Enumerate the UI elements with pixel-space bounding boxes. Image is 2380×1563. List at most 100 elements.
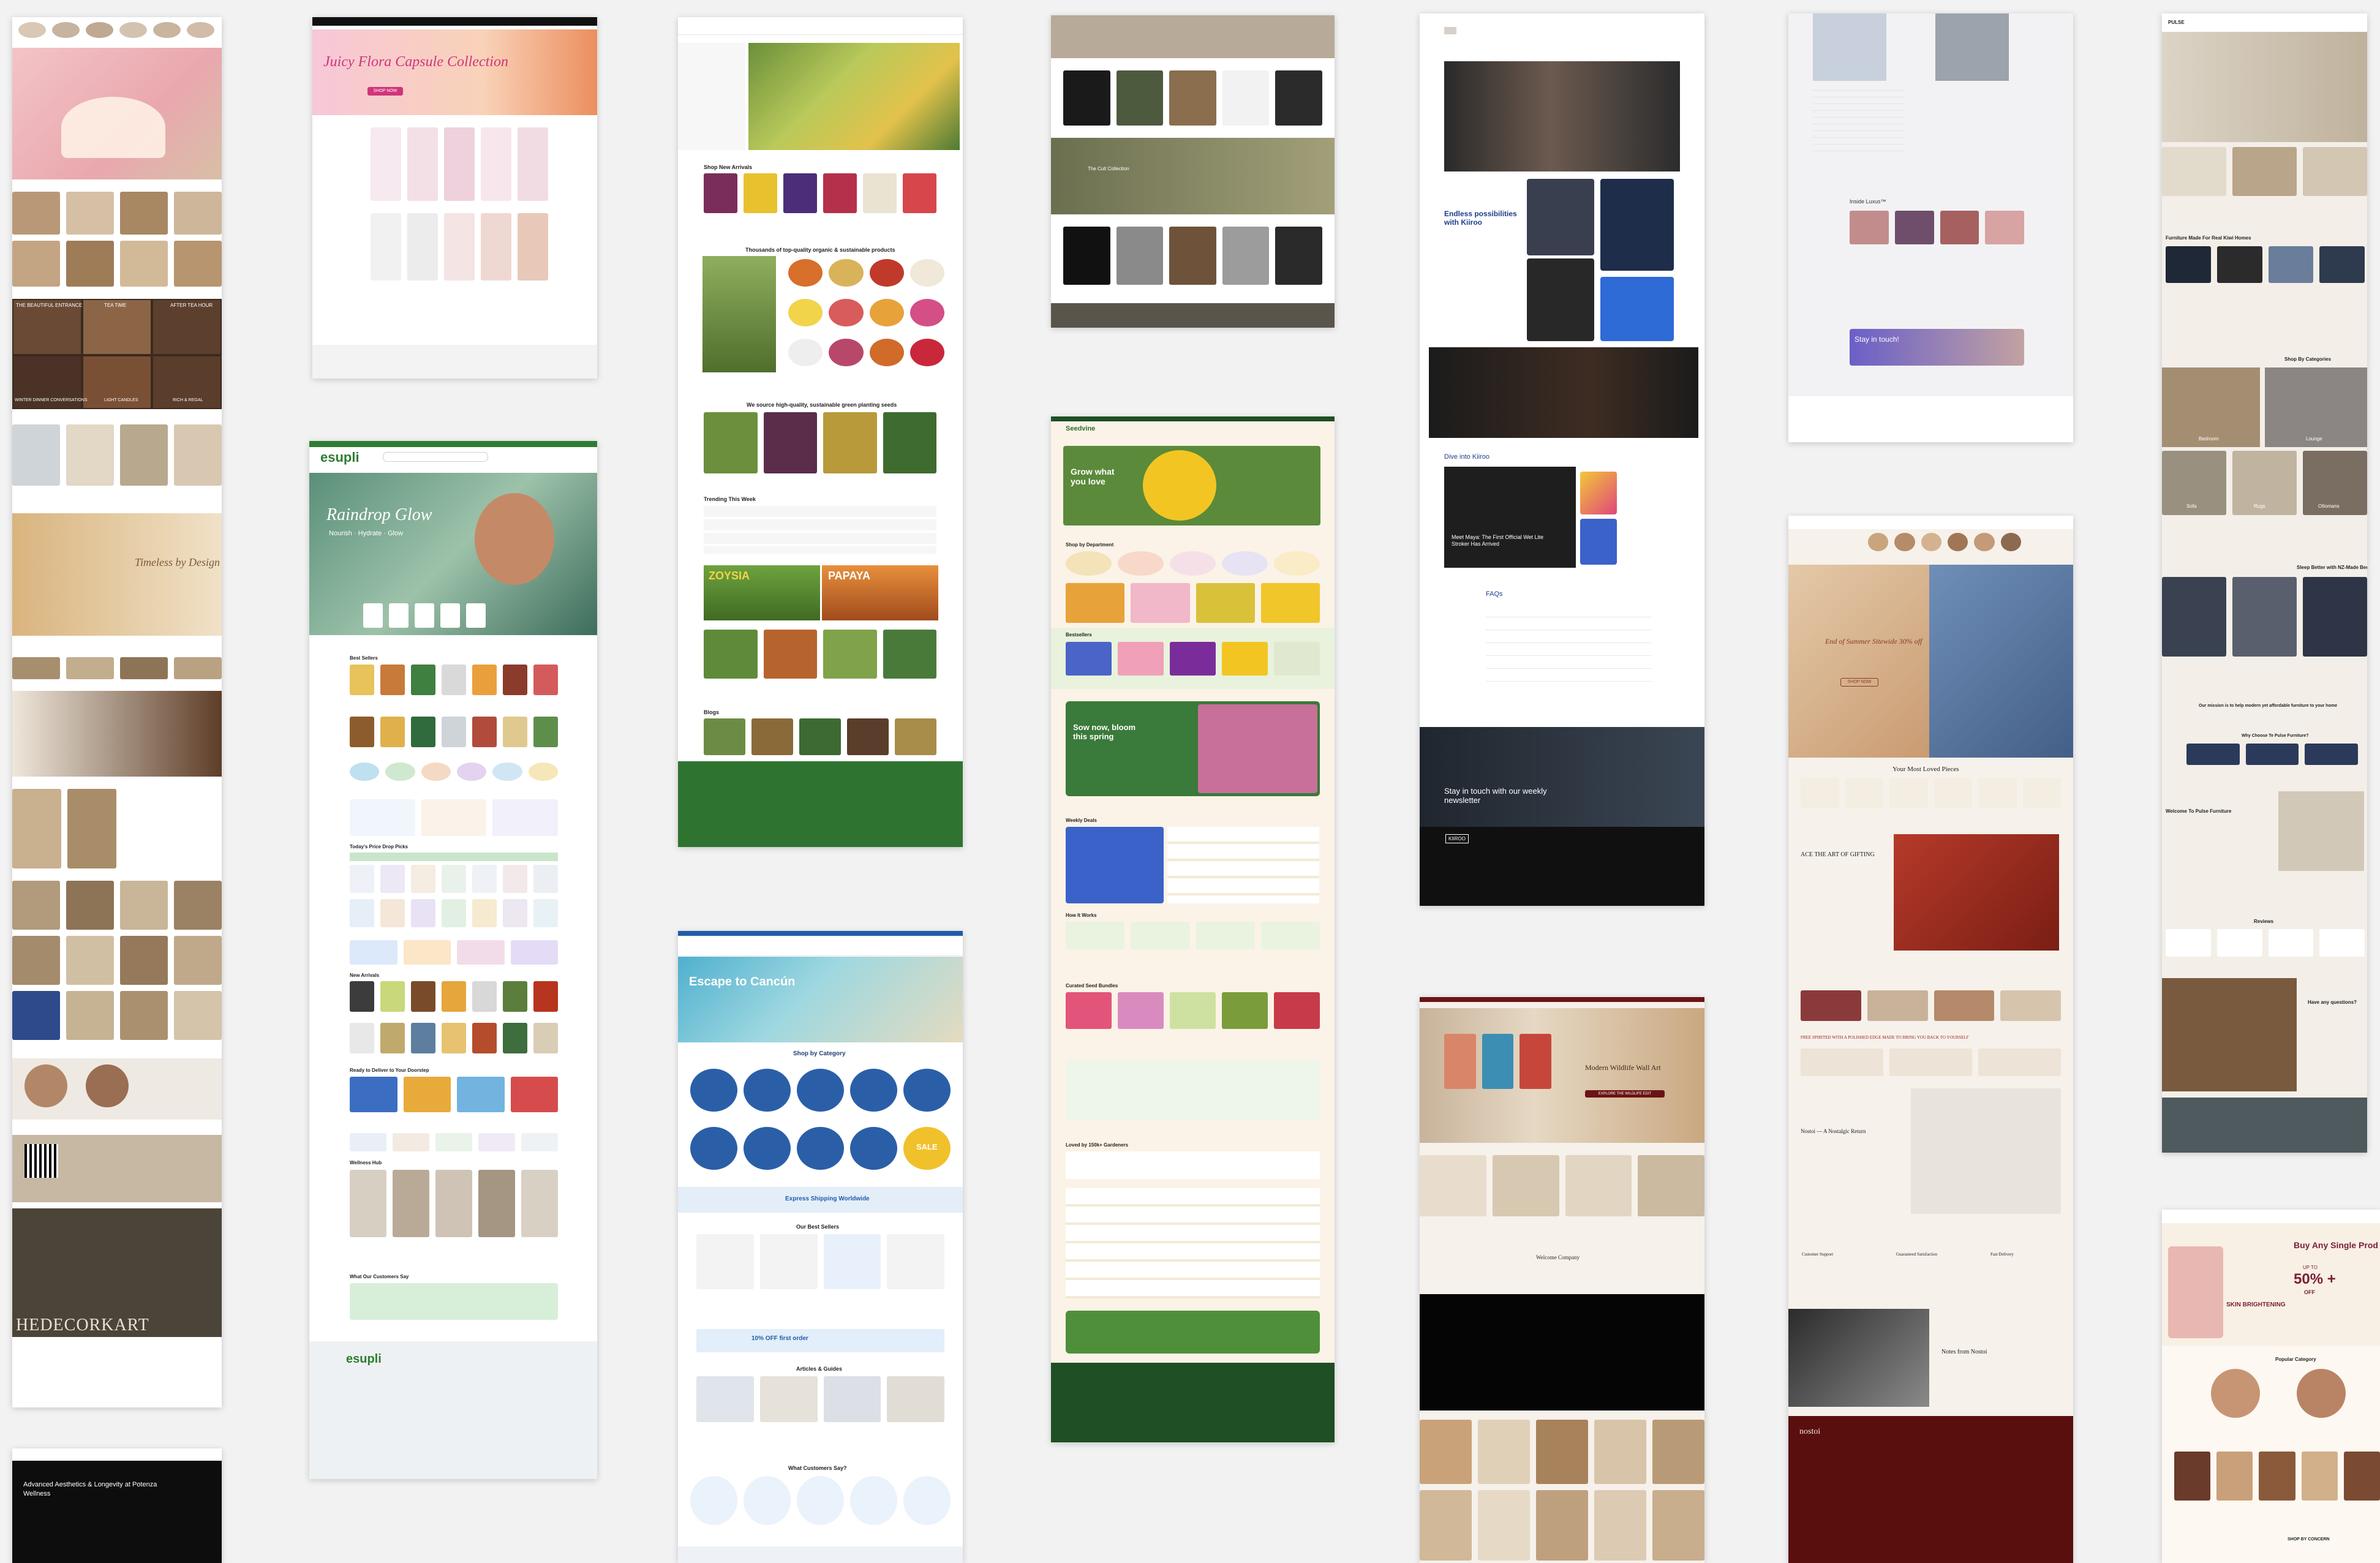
category-label: Sofa — [2186, 503, 2197, 509]
section-title: Best Sellers — [350, 655, 378, 661]
banner-label: AFTER TEA HOUR — [170, 303, 213, 308]
shop-now-button[interactable]: SHOP NOW — [367, 87, 403, 96]
section-title: FAQs — [1486, 590, 1503, 598]
section-title: FREE SPIRITED WITH A POLISHED EDGE MADE … — [1801, 1035, 1969, 1040]
section-title: Bestsellers — [1066, 632, 1092, 638]
newsletter-title: Notes from Nostoi — [1941, 1349, 1987, 1355]
mission-text: Our mission is to help modern yet afford… — [2199, 704, 2337, 708]
category-label: Ottomans — [2318, 503, 2340, 509]
section-title: Our Best Sellers — [796, 1224, 840, 1230]
screenshot-seeds: Shop New Arrivals Thousands of top-quali… — [678, 17, 963, 847]
category-label: Rugs — [2254, 503, 2265, 509]
promo-label: UP TO — [2303, 1265, 2318, 1270]
hero-image — [1788, 565, 1929, 758]
screenshot-flora: Juicy Flora Capsule Collection SHOP NOW — [312, 17, 597, 379]
hero-title: Modern Wildlife Wall Art — [1585, 1063, 1661, 1072]
section-title: Shop New Arrivals — [704, 164, 753, 170]
section-title: Shop By Categories — [2284, 356, 2332, 362]
hero-subtitle: Nourish · Hydrate · Glow — [329, 530, 404, 537]
section-title: Furniture Made For Real Kiwi Homes — [2166, 235, 2251, 241]
hero-image — [312, 29, 597, 115]
promo-discount: 50% + — [2294, 1271, 2336, 1287]
screenshot-pulse: PULSE Furniture Made For Real Kiwi Homes… — [2162, 13, 2367, 1153]
section-title: What Customers Say? — [788, 1465, 847, 1471]
section-title: Welcome To Pulse Furniture — [2166, 808, 2232, 814]
collection-title: The Cult Collection — [1088, 166, 1129, 171]
section-title: Articles & Guides — [796, 1366, 843, 1372]
banner-label: WINTER DINNER CONVERSATIONS — [15, 398, 88, 402]
section-title: Shop by Department — [1066, 542, 1114, 548]
screenshot-apparel: The Cult Collection — [1051, 15, 1335, 328]
wellness-title: Advanced Aesthetics & Longevity at Poten… — [23, 1481, 157, 1497]
offer-banner: 10% OFF first order — [751, 1335, 808, 1342]
hero-title: Juicy Flora Capsule Collection — [323, 54, 508, 70]
section-title: How It Works — [1066, 913, 1097, 918]
footer-brand: HEDECORKART — [16, 1316, 149, 1335]
screenshot-seedvine: Seedvine Grow what you love Shop by Depa… — [1051, 416, 1335, 1442]
screenshot-decorkart: THE BEAUTIFUL ENTRANCE TEA TIME AFTER TE… — [12, 17, 222, 1407]
search-input[interactable] — [383, 452, 488, 462]
feature-label: Customer Support — [1802, 1252, 1834, 1257]
section-title: Wellness Hub — [350, 1160, 382, 1166]
banner-label: LIGHT CANDLES — [104, 398, 138, 402]
hero-title: Grow what you love — [1071, 467, 1115, 486]
screenshot-wall-art: Modern Wildlife Wall Art EXPLORE THE WIL… — [1420, 997, 1704, 1563]
section-title: Nostoi — A Nostalgic Return — [1801, 1128, 1866, 1134]
section-title: New Arrivals — [350, 973, 380, 978]
section-title: Trending This Week — [704, 496, 756, 502]
hero-image — [2162, 32, 2367, 142]
screenshot-esupli: esupli Raindrop Glow Nourish · Hydrate ·… — [309, 441, 597, 1479]
screenshot-skincare: Buy Any Single Prod UP TO 50% + OFF SKIN… — [2162, 1210, 2380, 1563]
section-title: Endless possibilities with Kiiroo — [1444, 209, 1517, 227]
promo-label: OFF — [2304, 1289, 2315, 1295]
shop-now-button[interactable]: SHOP NOW — [1840, 678, 1878, 687]
banner-label: RICH & REGAL — [173, 398, 203, 402]
section-title: SHOP BY CONCERN — [2288, 1537, 2330, 1542]
section-title: Blogs — [704, 709, 720, 715]
section-title: What Our Customers Say — [350, 1274, 409, 1279]
section-title: Your Most Loved Pieces — [1892, 766, 1959, 773]
section-title: Today's Price Drop Picks — [350, 844, 409, 849]
promo-title: End of Summer Sitewide 30% off — [1825, 637, 1922, 646]
hero-title: Escape to Cancún — [689, 975, 796, 989]
section-title: Weekly Deals — [1066, 818, 1097, 823]
section-title: Have any questions? — [2308, 1000, 2357, 1005]
footer-logo: esupli — [346, 1352, 382, 1366]
logo: Seedvine — [1066, 425, 1096, 432]
section-title: Why Choose Te Pulse Furniture? — [2242, 734, 2309, 738]
category-label: Lounge — [2306, 436, 2322, 442]
explore-button[interactable]: EXPLORE THE WILDLIFE EDIT — [1585, 1090, 1665, 1098]
logo: PULSE — [2168, 20, 2185, 25]
promo-title: Buy Any Single Prod — [2294, 1240, 2378, 1250]
section-title: Ready to Deliver to Your Doorstep — [350, 1068, 429, 1073]
feature-label: Fast Delivery — [1990, 1252, 2014, 1257]
article-title: Meet Maya: The First Official Wet Lite S… — [1452, 534, 1544, 547]
product-label: SKIN BRIGHTENING — [2226, 1301, 2286, 1308]
screenshot-kiiroo: Endless possibilities with Kiiroo Dive i… — [1420, 13, 1704, 906]
footer-logo: nostoi — [1799, 1427, 1821, 1436]
screenshot-luxus: Inside Luxus™ Stay in touch! — [1788, 13, 2073, 442]
newsletter-title: Stay in touch! — [1855, 335, 1899, 344]
newsletter-title: Stay in touch with our weekly newsletter — [1444, 786, 1547, 805]
section-title: Inside Luxus™ — [1850, 198, 1886, 205]
section-title: Curated Seed Bundles — [1066, 983, 1118, 989]
banner-label: THE BEAUTIFUL ENTRANCE — [16, 303, 83, 308]
category-label: Bedroom — [2199, 436, 2219, 442]
screenshot-potenza: Advanced Aesthetics & Longevity at Poten… — [12, 1448, 222, 1563]
banner-label: TEA TIME — [104, 303, 127, 308]
section-title: ACE THE ART OF GIFTING — [1801, 851, 1875, 858]
promo-title: PAPAYA — [828, 570, 871, 582]
section-title: We source high-quality, sustainable gree… — [747, 402, 897, 408]
section-title: Loved by 150k+ Gardeners — [1066, 1142, 1129, 1148]
hero-title: Raindrop Glow — [326, 505, 432, 524]
promo-title: Sow now, bloom this spring — [1073, 723, 1136, 741]
screenshot-nostoi: End of Summer Sitewide 30% off SHOP NOW … — [1788, 516, 2073, 1563]
qr-code — [24, 1144, 58, 1178]
section-title: Reviews — [2254, 919, 2274, 924]
section-title: Sleep Better with NZ-Made Beds — [2297, 565, 2367, 570]
feature-label: Guaranteed Satisfaction — [1896, 1252, 1938, 1257]
section-title: Dive into Kiiroo — [1444, 453, 1489, 461]
hero-image — [1444, 61, 1680, 171]
promo-title: ZOYSIA — [709, 570, 750, 582]
section-title: Thousands of top-quality organic & susta… — [745, 247, 895, 253]
